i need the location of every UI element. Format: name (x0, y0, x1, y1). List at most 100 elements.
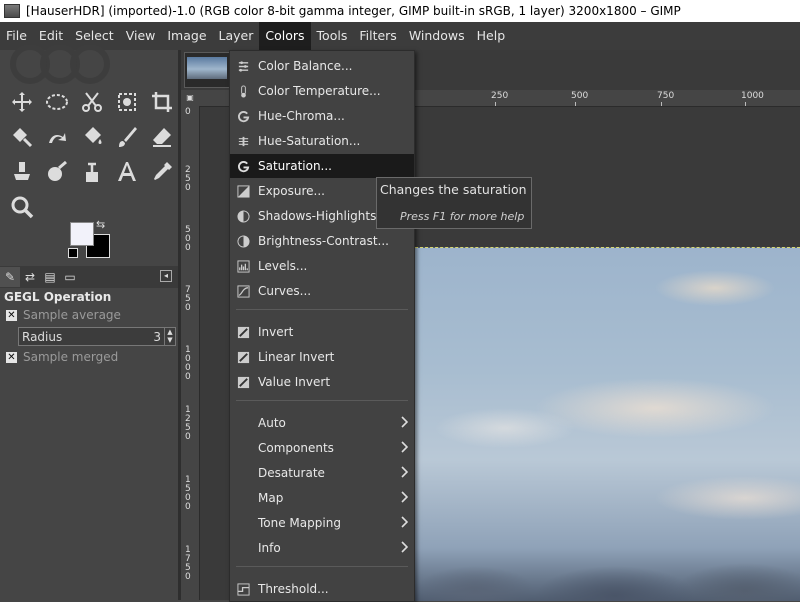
threshold-icon (236, 582, 250, 596)
image-tab[interactable] (184, 52, 230, 88)
menu-item-auto[interactable]: Auto (230, 411, 414, 435)
window-titlebar: [HauserHDR] (imported)-1.0 (RGB color 8-… (0, 0, 800, 22)
radius-value[interactable]: 3 (153, 330, 164, 344)
menu-separator (236, 400, 408, 401)
gegl-icon (236, 159, 250, 173)
menu-item-linear-invert[interactable]: Linear Invert (230, 345, 414, 369)
foreground-color-swatch[interactable] (70, 222, 94, 246)
menu-item-saturation[interactable]: Saturation... (230, 154, 414, 178)
sample-average-checkbox[interactable]: ✕ (6, 309, 17, 321)
menu-separator (236, 566, 408, 567)
menu-item-hue-chroma[interactable]: Hue-Chroma... (230, 104, 414, 128)
sample-average-label: Sample average (23, 308, 121, 322)
chevron-right-icon (401, 491, 408, 503)
zoom-icon[interactable] (4, 189, 39, 224)
sample-merged-checkbox[interactable]: ✕ (6, 351, 17, 363)
menu-item-brightness-contrast[interactable]: Brightness-Contrast... (230, 229, 414, 253)
tooltip-help-text: Press F1 for more help (400, 210, 525, 223)
menu-filters[interactable]: Filters (353, 22, 402, 50)
paintbrush-icon[interactable] (109, 119, 144, 154)
quick-mask-toggle[interactable]: ▣ (181, 90, 199, 106)
invert-icon (236, 325, 250, 339)
ruler-label: 750 (657, 91, 675, 101)
dock-menu-icon[interactable]: ◂ (160, 270, 172, 282)
menu-colors[interactable]: Colors (259, 22, 311, 50)
undo-history-tab-icon[interactable]: ▤ (40, 267, 60, 287)
levels-icon (236, 259, 250, 273)
ruler-label: 1500 (185, 475, 191, 512)
tool-grid (4, 84, 179, 224)
tool-options-tab-icon[interactable]: ✎ (0, 267, 20, 287)
thermometer-icon (236, 84, 250, 98)
menu-windows[interactable]: Windows (403, 22, 471, 50)
tooltip-text: Changes the saturation (380, 182, 527, 197)
menu-help[interactable]: Help (471, 22, 512, 50)
ruler-label: 1750 (185, 545, 191, 582)
menu-item-value-invert[interactable]: Value Invert (230, 370, 414, 394)
menu-item-threshold[interactable]: Threshold... (230, 577, 414, 601)
menu-item-hue-saturation[interactable]: Hue-Saturation... (230, 129, 414, 153)
swap-colors-icon[interactable]: ⇆ (96, 218, 105, 231)
device-status-tab-icon[interactable]: ⇄ (20, 267, 40, 287)
text-icon[interactable] (109, 154, 144, 189)
fuzzy-select-icon[interactable] (109, 84, 144, 119)
gegl-icon (236, 109, 250, 123)
radius-spinner[interactable]: Radius 3 ▲ ▼ (18, 327, 176, 346)
ruler-label: 0 (185, 107, 191, 117)
vertical-ruler[interactable]: 0 250 500 750 1000 1250 1500 1750 (181, 106, 200, 600)
bucket-fill-icon[interactable] (74, 119, 109, 154)
gimp-app-icon (4, 4, 20, 18)
chevron-right-icon (401, 516, 408, 528)
menu-separator (236, 309, 408, 310)
menu-item-components[interactable]: Components (230, 436, 414, 460)
menu-view[interactable]: View (120, 22, 162, 50)
menu-item-color-balance[interactable]: Color Balance... (230, 54, 414, 78)
window-title: [HauserHDR] (imported)-1.0 (RGB color 8-… (26, 4, 681, 18)
menu-item-info[interactable]: Info (230, 536, 414, 560)
sample-merged-label: Sample merged (23, 350, 119, 364)
ruler-label: 250 (185, 165, 191, 193)
image-canvas[interactable] (415, 247, 800, 601)
dodge-icon[interactable] (74, 154, 109, 189)
menu-item-curves[interactable]: Curves... (230, 279, 414, 303)
colors-menu: Color Balance... Color Temperature... Hu… (229, 50, 415, 602)
menu-tools[interactable]: Tools (311, 22, 354, 50)
smudge-icon[interactable] (39, 154, 74, 189)
scissors-icon[interactable] (74, 84, 109, 119)
menu-item-color-temperature[interactable]: Color Temperature... (230, 79, 414, 103)
dock-tabs: ✎ ⇄ ▤ ▭ ◂ (0, 266, 178, 288)
shadows-highlights-icon (236, 209, 250, 223)
default-colors-icon[interactable] (68, 248, 78, 258)
eraser-icon[interactable] (144, 119, 179, 154)
clone-icon[interactable] (4, 154, 39, 189)
ruler-label: 500 (571, 91, 589, 101)
sample-merged-option[interactable]: ✕ Sample merged (6, 350, 118, 364)
menu-item-desaturate[interactable]: Desaturate (230, 461, 414, 485)
menubar: File Edit Select View Image Layer Colors… (0, 22, 800, 50)
move-icon[interactable] (4, 84, 39, 119)
chevron-right-icon (401, 466, 408, 478)
fg-bg-color-selector[interactable]: ⇆ (68, 218, 112, 260)
menu-item-levels[interactable]: Levels... (230, 254, 414, 278)
color-balance-icon (236, 59, 250, 73)
radius-spin-arrows[interactable]: ▲ ▼ (164, 328, 175, 345)
radius-label: Radius (22, 329, 63, 344)
warp-icon[interactable] (39, 119, 74, 154)
crop-icon[interactable] (144, 84, 179, 119)
menu-item-invert[interactable]: Invert (230, 320, 414, 344)
hue-saturation-icon (236, 134, 250, 148)
color-picker-icon[interactable] (144, 154, 179, 189)
chevron-right-icon (401, 416, 408, 428)
menu-item-tone-mapping[interactable]: Tone Mapping (230, 511, 414, 535)
ellipse-select-icon[interactable] (39, 84, 74, 119)
menu-image[interactable]: Image (161, 22, 212, 50)
image-thumbnail (187, 57, 227, 79)
menu-layer[interactable]: Layer (213, 22, 260, 50)
ruler-label: 1000 (741, 91, 764, 101)
images-tab-icon[interactable]: ▭ (60, 267, 80, 287)
ruler-label: 250 (491, 91, 509, 101)
unified-transform-icon[interactable] (4, 119, 39, 154)
sample-average-option[interactable]: ✕ Sample average (6, 308, 121, 322)
menu-item-map[interactable]: Map (230, 486, 414, 510)
toolbox: ⇆ ✎ ⇄ ▤ ▭ ◂ GEGL Operation ✕ Sample aver… (0, 44, 179, 600)
